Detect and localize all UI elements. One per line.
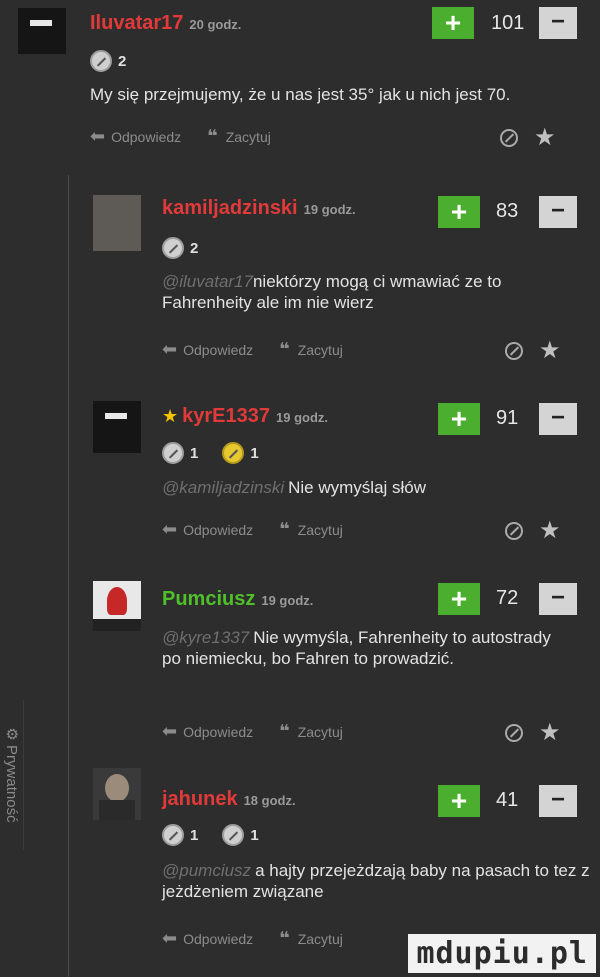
star-badge-icon: ★ [162,406,179,426]
quote-icon: ❝ [207,126,218,146]
upvote-button[interactable]: + [438,583,480,615]
report-icon[interactable] [505,522,523,540]
upvote-button[interactable]: + [438,403,480,435]
mention-link[interactable]: @kamiljadzinski [162,478,284,497]
gold-badge-icon [222,442,245,464]
downvote-button[interactable]: − [539,583,577,615]
username[interactable]: kamiljadzinski 19 godz. [162,197,356,220]
report-icon[interactable] [505,724,523,742]
reply-icon: ⬅ [162,928,178,948]
reply-icon: ⬅ [162,519,178,539]
vote-count: 83 [496,200,519,222]
username[interactable]: Iluvatar17 20 godz. [90,12,241,35]
avatar[interactable] [18,8,66,54]
comment-text: @kyre1337 Nie wymyśla, Fahrenheity to aut… [162,628,551,668]
timestamp: 19 godz. [303,202,356,217]
quote-link[interactable]: Zacytuj [298,342,343,358]
comment: Iluvatar17 20 godz. + 101 − 2 My się prze… [0,0,600,160]
avatar[interactable] [93,581,141,631]
badge-icon [90,50,112,72]
reply-icon: ⬅ [162,339,178,359]
vote-count: 72 [496,587,519,609]
comment-text: My się przejmujemy, że u nas jest 35° ja… [90,85,511,104]
comment-text: @kamiljadzinski Nie wymyślaj słów [162,478,427,497]
reply-link[interactable]: Odpowiedz [183,931,253,947]
quote-icon: ❝ [279,519,290,539]
timestamp: 20 godz. [189,17,242,32]
quote-link[interactable]: Zacytuj [298,724,343,740]
badge-icon [162,442,184,464]
badge: 1 [222,824,259,846]
star-icon[interactable]: ★ [539,339,561,363]
quote-link[interactable]: Zacytuj [298,931,343,947]
badge: 1 [222,442,259,464]
badge: 1 [162,442,198,464]
avatar[interactable] [93,401,141,453]
avatar[interactable] [93,768,141,820]
badge-icon [162,824,184,846]
comment-text: @pumciusz a hajty przejeżdzają baby na pa… [162,861,590,901]
vote-count: 91 [496,407,519,429]
badge-icon [222,824,245,846]
watermark-logo: mdupiu.pl [408,934,596,973]
upvote-button[interactable]: + [438,785,480,817]
upvote-button[interactable]: + [438,196,480,228]
reply-link[interactable]: Odpowiedz [183,342,253,358]
report-icon[interactable] [500,129,518,147]
username[interactable]: jahunek 18 godz. [162,788,296,811]
username[interactable]: Pumciusz 19 godz. [162,588,313,611]
reply-link[interactable]: Odpowiedz [183,724,253,740]
comment-text: @iluvatar17niektórzy mogą ci wmawiać ze … [162,272,502,312]
timestamp: 19 godz. [276,410,329,425]
reply-link[interactable]: Odpowiedz [111,129,181,145]
star-icon[interactable]: ★ [539,721,561,745]
comment: ★ kyrE1337 19 godz. + 91 − 1 1 @kamiljadzi… [0,395,600,565]
downvote-button[interactable]: − [539,196,577,228]
reply-icon: ⬅ [162,721,178,741]
star-icon[interactable]: ★ [539,519,561,543]
badge: 1 [162,824,198,846]
report-icon[interactable] [505,342,523,360]
quote-icon: ❝ [279,721,290,741]
quote-icon: ❝ [279,928,290,948]
vote-count: 41 [496,789,519,811]
comment: kamiljadzinski 19 godz. + 83 − 2 @iluvata… [0,185,600,375]
downvote-button[interactable]: − [539,7,577,39]
reply-icon: ⬅ [90,126,106,146]
mention-link[interactable]: @kyre1337 [162,628,249,647]
badge: 2 [90,50,126,72]
upvote-button[interactable]: + [432,7,474,39]
timestamp: 18 godz. [243,793,296,808]
quote-icon: ❝ [279,339,290,359]
username[interactable]: ★ kyrE1337 19 godz. [162,405,328,428]
comment: Pumciusz 19 godz. + 72 − @kyre1337 Nie wym… [0,575,600,755]
star-icon[interactable]: ★ [534,126,556,150]
vote-count: 101 [491,12,525,34]
avatar[interactable] [93,195,141,251]
downvote-button[interactable]: − [539,403,577,435]
quote-link[interactable]: Zacytuj [226,129,271,145]
mention-link[interactable]: @pumciusz [162,861,251,880]
quote-link[interactable]: Zacytuj [298,522,343,538]
reply-link[interactable]: Odpowiedz [183,522,253,538]
mention-link[interactable]: @iluvatar17 [162,272,253,291]
badge-icon [162,237,184,259]
badge: 2 [162,237,198,259]
downvote-button[interactable]: − [539,785,577,817]
timestamp: 19 godz. [261,593,314,608]
